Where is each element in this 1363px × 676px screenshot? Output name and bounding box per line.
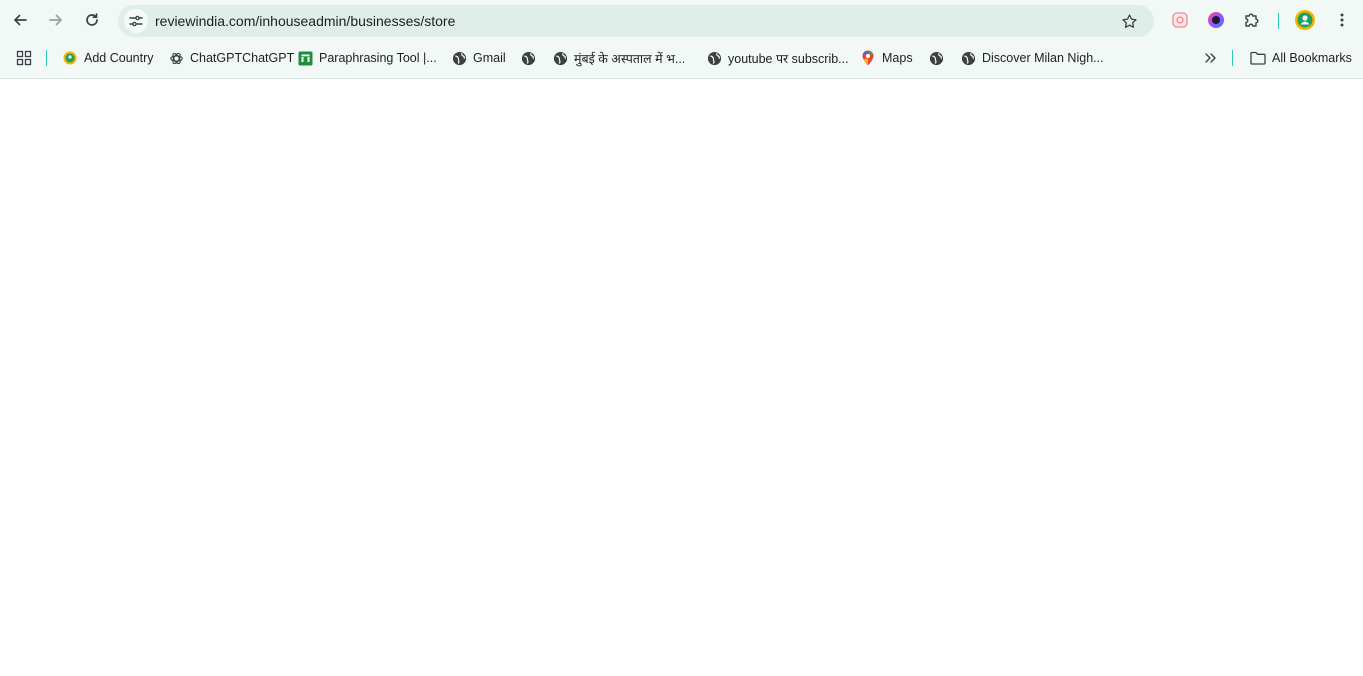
globe-icon xyxy=(451,50,467,66)
apps-grid-icon xyxy=(16,50,32,66)
bookmark-label: Discover Milan Nigh... xyxy=(982,51,1104,65)
bookmark-label: Paraphrasing Tool |... xyxy=(319,51,437,65)
bookmark-youtube-subscribe[interactable]: youtube पर subscrib... xyxy=(706,47,849,69)
folder-icon xyxy=(1250,50,1266,66)
bookmarks-overflow-button[interactable] xyxy=(1202,47,1218,69)
site-info-button[interactable] xyxy=(124,9,148,33)
extensions-button[interactable] xyxy=(1238,6,1266,34)
bookmark-discover-milan[interactable]: Discover Milan Nigh... xyxy=(960,47,1104,69)
globe-icon xyxy=(706,50,722,66)
bookmark-star-button[interactable] xyxy=(1118,10,1140,32)
green-square-favicon xyxy=(297,50,313,66)
reload-icon xyxy=(86,13,98,26)
bookmark-mumbai-hospital[interactable]: मुंबई के अस्पताल में भ... xyxy=(552,47,685,69)
bookmark-label: Add Country xyxy=(84,51,154,65)
arrow-left-icon xyxy=(14,14,27,26)
color-picker-extension-button[interactable] xyxy=(1202,6,1230,34)
globe-icon xyxy=(520,50,536,66)
star-icon xyxy=(1121,13,1137,28)
url-text[interactable]: reviewindia.com/inhouseadmin/businesses/… xyxy=(155,13,455,29)
globe-icon xyxy=(928,50,944,66)
three-dots-icon xyxy=(1340,13,1344,27)
bookmark-label: Maps xyxy=(882,51,913,65)
browser-menu-button[interactable] xyxy=(1328,6,1356,34)
browser-chrome: reviewindia.com/inhouseadmin/businesses/… xyxy=(0,0,1363,79)
reload-button[interactable] xyxy=(78,6,106,34)
profile-avatar-icon xyxy=(1295,10,1315,30)
all-bookmarks-button[interactable]: All Bookmarks xyxy=(1250,47,1352,69)
color-picker-extension-icon xyxy=(1208,12,1224,28)
bookmark-label: ChatGPTChatGPT xyxy=(190,51,295,65)
bookmark-label: Gmail xyxy=(473,51,506,65)
bookmark-label: मुंबई के अस्पताल में भ... xyxy=(574,51,686,66)
bookmark-paraphrasing-tool[interactable]: Paraphrasing Tool |... xyxy=(297,47,437,69)
globe-icon xyxy=(552,50,568,66)
back-button[interactable] xyxy=(6,6,34,34)
bookmark-label: youtube पर subscrib... xyxy=(728,51,849,66)
bookmark-untitled-2[interactable] xyxy=(928,47,944,69)
chevron-double-right-icon xyxy=(1202,50,1218,66)
openai-icon xyxy=(168,50,184,66)
profile-button[interactable] xyxy=(1291,6,1319,34)
bookmark-chatgpt[interactable]: ChatGPTChatGPT xyxy=(168,47,294,69)
green-circle-favicon xyxy=(62,50,78,66)
bookmarks-separator xyxy=(46,50,47,66)
bookmark-add-country[interactable]: Add Country xyxy=(62,47,153,69)
bookmarks-bar: Add Country ChatGPTChatGPT Paraphrasing … xyxy=(0,42,1363,74)
tune-icon xyxy=(129,15,143,27)
all-bookmarks-label: All Bookmarks xyxy=(1272,51,1352,65)
bookmark-gmail[interactable]: Gmail xyxy=(451,47,506,69)
browser-toolbar: reviewindia.com/inhouseadmin/businesses/… xyxy=(0,0,1363,42)
address-bar[interactable]: reviewindia.com/inhouseadmin/businesses/… xyxy=(118,5,1154,37)
arrow-right-icon xyxy=(49,14,62,26)
page-content xyxy=(0,79,1363,676)
puzzle-icon xyxy=(1245,13,1259,27)
maps-pin-icon xyxy=(860,50,876,66)
screen-capture-extension-button[interactable] xyxy=(1166,6,1194,34)
toolbar-separator xyxy=(1278,13,1279,29)
screen-capture-extension-icon xyxy=(1172,12,1188,28)
apps-button[interactable] xyxy=(16,47,32,69)
bookmark-untitled-1[interactable] xyxy=(520,47,536,69)
bookmark-maps[interactable]: Maps xyxy=(860,47,913,69)
globe-icon xyxy=(960,50,976,66)
bookmarks-separator-right xyxy=(1232,50,1233,66)
forward-button[interactable] xyxy=(42,6,70,34)
